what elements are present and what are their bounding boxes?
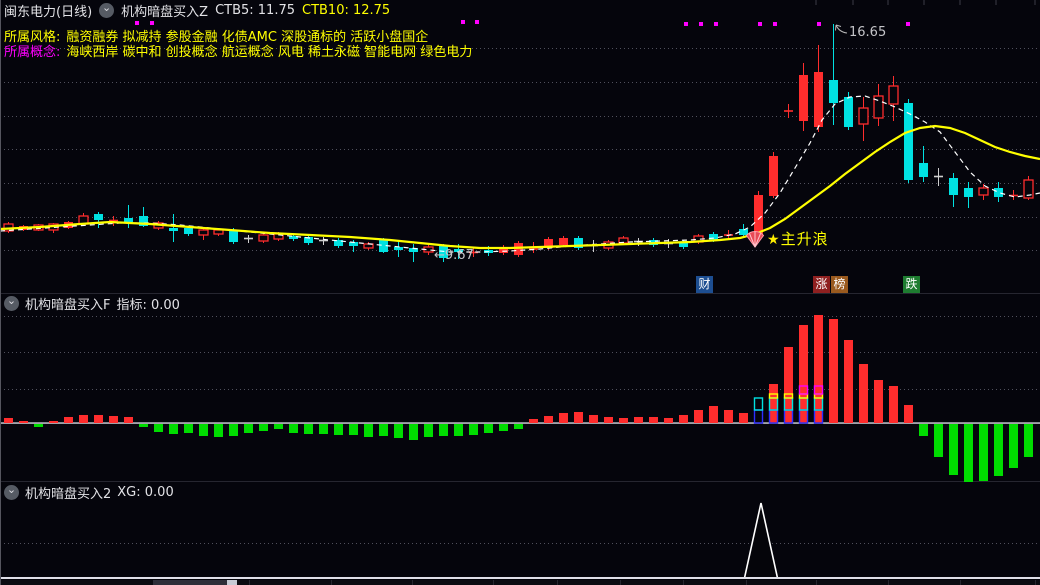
marker-board[interactable]: 榜 — [831, 276, 848, 293]
collapse-chevron-icon[interactable] — [99, 3, 115, 18]
panel3-title: 机构暗盘买入2 — [25, 486, 112, 502]
stock-title: 闽东电力(日线) — [4, 5, 93, 20]
main-chart-header: 闽东电力(日线) 机构暗盘买入Z CTB5: 11.75 CTB10: 12.7… — [4, 2, 391, 20]
scrollbar-tick — [331, 580, 332, 585]
wave-label: 主升浪 — [780, 230, 829, 248]
ctb5-legend: CTB5: 11.75 — [215, 3, 295, 18]
panel3-baseline — [0, 577, 1040, 579]
marker-fall[interactable]: 跌 — [903, 276, 920, 293]
scrollbar-tick — [683, 580, 684, 585]
concept-tags-label: 所属概念: — [4, 45, 61, 60]
concept-tags-items[interactable]: 海峡西岸 碳中和 创投概念 航运概念 风电 稀土永磁 智能电网 绿色电力 — [66, 41, 472, 60]
panel2-value: 指标: 0.00 — [116, 297, 180, 313]
trading-app-window: 闽东电力(日线) 机构暗盘买入Z CTB5: 11.75 CTB10: 12.7… — [0, 0, 1040, 585]
scrollbar-tick — [620, 580, 621, 585]
red-fan-icon — [745, 230, 765, 248]
bottom-scrollbar[interactable] — [0, 580, 1040, 585]
panel2-title: 机构暗盘买入F — [25, 297, 111, 313]
scrollbar-tick — [746, 580, 747, 585]
marker-finance[interactable]: 财 — [696, 276, 713, 293]
panel3-header: 机构暗盘买入2 XG: 0.00 — [4, 484, 174, 502]
high-price-annotation: 16.65 — [849, 25, 887, 40]
low-price-annotation: ←9.67 — [434, 248, 474, 263]
scrollbar-tick — [249, 580, 250, 585]
panel2-header: 机构暗盘买入F 指标: 0.00 — [4, 295, 180, 313]
indicator-name: 机构暗盘买入Z — [121, 5, 209, 20]
window-left-border — [0, 0, 1, 585]
main-rise-wave-annotation: ★ 主升浪 — [744, 228, 829, 248]
scrollbar-tick — [960, 580, 961, 585]
scrollbar-tick — [412, 580, 413, 585]
scrollbar-tick — [816, 580, 817, 585]
scrollbar-tick — [557, 580, 558, 585]
marker-rise[interactable]: 涨 — [813, 276, 830, 293]
scrollbar-thumb[interactable] — [227, 580, 237, 585]
scrollbar-tick — [1035, 580, 1036, 585]
concept-tags-row: 所属概念: 海峡西岸 碳中和 创投概念 航运概念 风电 稀土永磁 智能电网 绿色… — [4, 41, 472, 60]
scrollbar-tick — [493, 580, 494, 585]
scrollbar-track-segment[interactable] — [153, 580, 237, 585]
ctb10-legend: CTB10: 12.75 — [302, 3, 391, 18]
collapse-chevron-icon[interactable] — [4, 295, 19, 311]
scrollbar-tick — [888, 580, 889, 585]
panel3-value: XG: 0.00 — [117, 484, 174, 500]
collapse-chevron-icon[interactable] — [4, 484, 19, 500]
star-icon: ★ — [767, 232, 780, 248]
